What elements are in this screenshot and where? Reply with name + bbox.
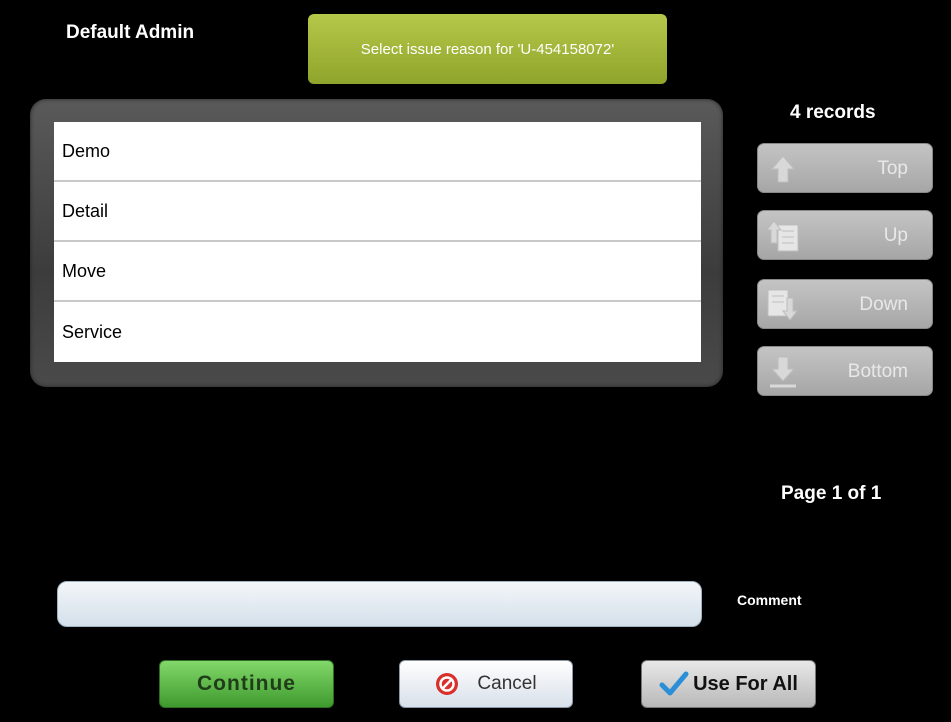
arrow-bottom-icon (770, 356, 796, 388)
cancel-button-label: Cancel (477, 673, 537, 694)
use-for-all-button-label: Use For All (693, 672, 798, 695)
comment-label: Comment (737, 592, 802, 608)
top-button-label: Top (877, 158, 908, 179)
use-for-all-button[interactable]: Use For All (641, 660, 816, 708)
list-item-demo[interactable]: Demo (54, 122, 701, 182)
list-item-move[interactable]: Move (54, 242, 701, 302)
down-button-label: Down (859, 294, 908, 315)
comment-input[interactable] (57, 581, 702, 627)
reason-list: Demo Detail Move Service (54, 122, 701, 362)
user-name: Default Admin (66, 22, 195, 43)
arrow-top-icon (770, 155, 796, 183)
page-indicator: Page 1 of 1 (781, 483, 882, 504)
instruction-banner: Select issue reason for 'U-454158072' (308, 14, 667, 84)
cancel-button[interactable]: Cancel (399, 660, 573, 708)
down-button[interactable]: Down (757, 279, 933, 329)
list-item-detail[interactable]: Detail (54, 182, 701, 242)
arrow-down-page-icon (767, 289, 799, 321)
records-count: 4 records (790, 102, 876, 123)
arrow-up-page-icon (766, 220, 799, 252)
cancel-icon (436, 673, 459, 695)
continue-button[interactable]: Continue (159, 660, 334, 708)
bottom-button[interactable]: Bottom (757, 346, 933, 396)
continue-button-label: Continue (197, 672, 296, 695)
top-button[interactable]: Top (757, 143, 933, 193)
up-button[interactable]: Up (757, 210, 933, 260)
list-item-service[interactable]: Service (54, 302, 701, 362)
bottom-button-label: Bottom (847, 361, 908, 382)
up-button-label: Up (883, 225, 908, 246)
checkmark-icon (659, 671, 689, 696)
